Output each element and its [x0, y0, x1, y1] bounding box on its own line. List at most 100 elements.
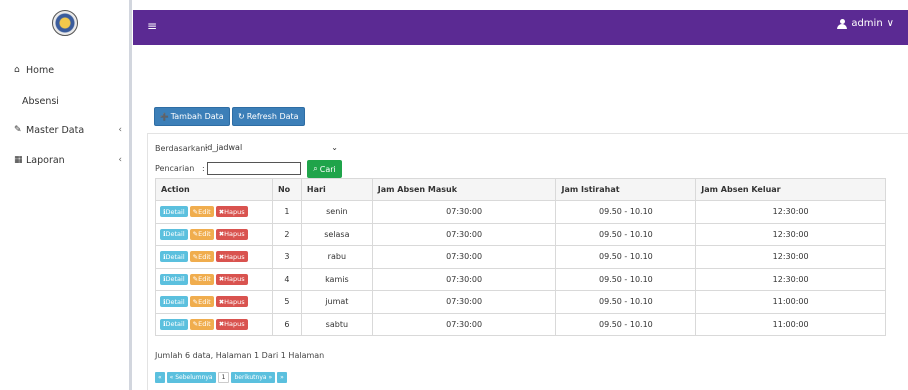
edit-button[interactable]: ✎ Edit — [189, 318, 214, 330]
delete-label: Hapus — [224, 275, 245, 284]
detail-button[interactable]: ℹ Detail — [160, 273, 188, 285]
cell-jam-keluar: 11:00:00 — [695, 290, 886, 314]
edit-button[interactable]: ✎ Edit — [189, 228, 214, 240]
search-button[interactable]: ⌕ Cari — [307, 160, 342, 178]
cell-jam-masuk: 07:30:00 — [371, 312, 557, 336]
user-name: admin — [851, 18, 883, 29]
cell-hari: sabtu — [300, 312, 373, 336]
action-cell: ℹ Detail ✎ Edit ✖ Hapus — [155, 312, 273, 336]
search-button-label: Cari — [319, 164, 336, 174]
hamburger-menu-icon[interactable]: ≡ — [147, 19, 157, 33]
edit-button[interactable]: ✎ Edit — [189, 273, 214, 285]
cell-jam-keluar: 11:00:00 — [695, 312, 886, 336]
add-data-button[interactable]: ➕ Tambah Data — [154, 107, 230, 126]
filter-select[interactable]: id_jadwal ⌄ — [205, 140, 342, 155]
table-row: ℹ Detail ✎ Edit ✖ Hapus 5 jumat 07:30:00 09.50 - … — [155, 290, 886, 314]
edit-label: Edit — [198, 230, 211, 239]
table-header-row: Action No Hari Jam Absen Masuk Jam Istir… — [155, 178, 886, 201]
detail-button[interactable]: ℹ Detail — [160, 206, 188, 218]
detail-label: Detail — [165, 230, 185, 239]
cell-jam-masuk: 07:30:00 — [371, 200, 557, 224]
delete-button[interactable]: ✖ Hapus — [215, 251, 248, 263]
school-logo — [51, 9, 78, 36]
action-cell: ℹ Detail ✎ Edit ✖ Hapus — [155, 267, 273, 291]
sidebar: ⌂ Home Absensi ✎ Master Data ‹ ▦ Laporan… — [0, 0, 132, 390]
action-cell: ℹ Detail ✎ Edit ✖ Hapus — [155, 245, 273, 269]
delete-label: Hapus — [224, 297, 245, 306]
chevron-left-icon: ‹ — [118, 125, 122, 135]
main-content: ➕ Tambah Data ↻ Refresh Data Berdasarkan… — [135, 45, 908, 390]
edit-label: Edit — [198, 207, 211, 216]
first-page-button[interactable]: « — [155, 372, 165, 383]
search-icon: ⌕ — [313, 164, 318, 173]
detail-button[interactable]: ℹ Detail — [160, 228, 188, 240]
cell-jam-keluar: 12:30:00 — [695, 267, 886, 291]
delete-label: Hapus — [224, 207, 245, 216]
edit-button[interactable]: ✎ Edit — [189, 206, 214, 218]
column-header-hari: Hari — [300, 178, 373, 201]
refresh-data-button[interactable]: ↻ Refresh Data — [232, 107, 305, 126]
logo-area — [0, 0, 129, 45]
table-row: ℹ Detail ✎ Edit ✖ Hapus 2 selasa 07:30:00 09.50 -… — [155, 222, 886, 246]
cell-jam-istirahat: 09.50 - 10.10 — [555, 245, 697, 269]
filter-by-label: Berdasarkan: — [155, 144, 209, 153]
edit-label: Edit — [198, 320, 211, 329]
edit-button[interactable]: ✎ Edit — [189, 251, 214, 263]
detail-label: Detail — [165, 207, 185, 216]
edit-button[interactable]: ✎ Edit — [189, 296, 214, 308]
cell-jam-istirahat: 09.50 - 10.10 — [555, 312, 697, 336]
action-cell: ℹ Detail ✎ Edit ✖ Hapus — [155, 200, 273, 224]
last-page-button[interactable]: » — [277, 372, 287, 383]
delete-label: Hapus — [224, 230, 245, 239]
column-header-jam-keluar: Jam Absen Keluar — [695, 178, 886, 201]
home-icon: ⌂ — [14, 65, 20, 75]
detail-label: Detail — [165, 252, 185, 261]
cell-jam-istirahat: 09.50 - 10.10 — [555, 290, 697, 314]
delete-button[interactable]: ✖ Hapus — [215, 228, 248, 240]
chevron-down-icon: ⌄ — [331, 143, 338, 152]
sidebar-item-label: Home — [26, 64, 55, 76]
current-page-button[interactable]: 1 — [217, 372, 230, 383]
column-header-jam-istirahat: Jam Istirahat — [555, 178, 697, 201]
detail-button[interactable]: ℹ Detail — [160, 318, 188, 330]
cell-no: 4 — [271, 267, 302, 291]
sidebar-item-laporan[interactable]: ▦ Laporan ‹ — [0, 150, 132, 170]
pagination: « « Sebelumnya 1 berikutnya » » — [155, 372, 287, 383]
plus-icon: ➕ — [160, 112, 169, 121]
sidebar-item-master-data[interactable]: ✎ Master Data ‹ — [0, 120, 132, 140]
detail-button[interactable]: ℹ Detail — [160, 251, 188, 263]
sidebar-item-absensi[interactable]: Absensi — [0, 91, 132, 111]
cell-no: 5 — [271, 290, 302, 314]
table-row: ℹ Detail ✎ Edit ✖ Hapus 6 sabtu 07:30:00 09.50 - … — [155, 312, 886, 336]
sidebar-item-label: Laporan — [26, 154, 65, 166]
cell-hari: jumat — [300, 290, 373, 314]
cell-jam-keluar: 12:30:00 — [695, 200, 886, 224]
detail-label: Detail — [165, 275, 185, 284]
delete-button[interactable]: ✖ Hapus — [215, 296, 248, 308]
data-summary: Jumlah 6 data, Halaman 1 Dari 1 Halaman — [155, 351, 325, 360]
edit-icon: ✎ — [14, 125, 22, 135]
cell-no: 3 — [271, 245, 302, 269]
delete-label: Hapus — [224, 320, 245, 329]
detail-label: Detail — [165, 320, 185, 329]
previous-page-button[interactable]: « Sebelumnya — [166, 372, 216, 383]
add-data-label: Tambah Data — [170, 112, 224, 121]
cell-no: 1 — [271, 200, 302, 224]
search-input[interactable] — [207, 162, 301, 175]
cell-jam-masuk: 07:30:00 — [371, 267, 557, 291]
delete-button[interactable]: ✖ Hapus — [215, 318, 248, 330]
user-menu[interactable]: admin ∨ — [837, 18, 894, 29]
delete-button[interactable]: ✖ Hapus — [215, 206, 248, 218]
search-label: Pencarian — [155, 164, 195, 173]
refresh-data-label: Refresh Data — [246, 112, 299, 121]
edit-label: Edit — [198, 275, 211, 284]
cell-jam-istirahat: 09.50 - 10.10 — [555, 222, 697, 246]
cell-no: 6 — [271, 312, 302, 336]
next-page-button[interactable]: berikutnya » — [231, 372, 276, 383]
cell-hari: rabu — [300, 245, 373, 269]
table-row: ℹ Detail ✎ Edit ✖ Hapus 3 rabu 07:30:00 09.50 - 1… — [155, 245, 886, 269]
table-row: ℹ Detail ✎ Edit ✖ Hapus 1 senin 07:30:00 09.50 - … — [155, 200, 886, 224]
detail-button[interactable]: ℹ Detail — [160, 296, 188, 308]
sidebar-item-home[interactable]: ⌂ Home — [0, 60, 132, 80]
delete-button[interactable]: ✖ Hapus — [215, 273, 248, 285]
